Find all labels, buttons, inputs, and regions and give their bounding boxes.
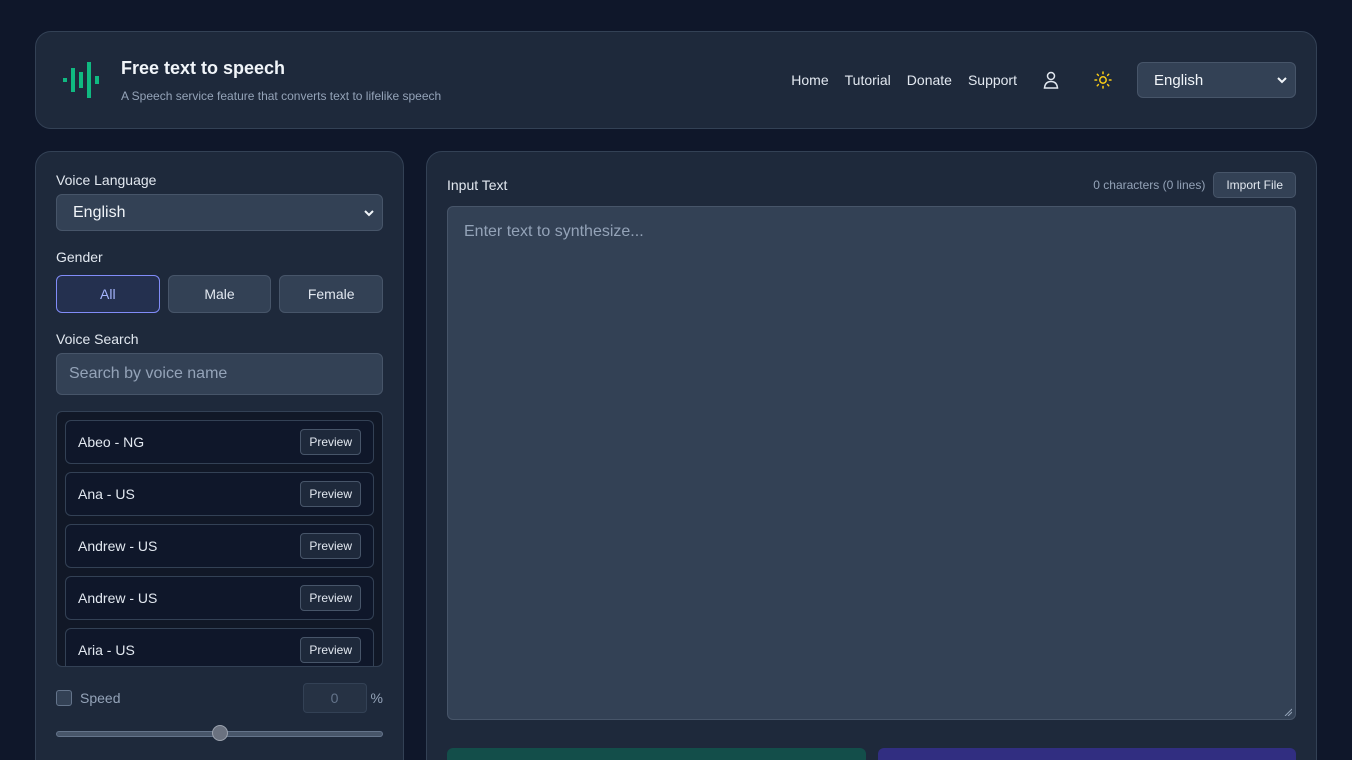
voice-list[interactable]: Abeo - NG Preview Ana - US Preview Andre… [56, 411, 383, 667]
ui-language-select[interactable]: English [1137, 62, 1296, 98]
input-text-header: Input Text 0 characters (0 lines) Import… [447, 172, 1296, 198]
secondary-action-button[interactable] [877, 748, 1296, 760]
input-text-label: Input Text [447, 177, 508, 193]
speed-row: Speed 0 % [56, 683, 383, 713]
ui-language-select-wrap: English [1137, 62, 1296, 98]
speed-unit: % [370, 690, 383, 706]
speed-label: Speed [80, 690, 121, 706]
voice-list-item[interactable]: Andrew - US Preview [65, 576, 374, 620]
preview-button[interactable]: Preview [300, 585, 361, 611]
speed-value-input[interactable]: 0 [302, 683, 367, 713]
nav-support-link[interactable]: Support [968, 72, 1017, 88]
resize-grip-icon[interactable] [1284, 708, 1292, 716]
nav-tutorial-link[interactable]: Tutorial [845, 72, 891, 88]
nav-home-link[interactable]: Home [791, 72, 828, 88]
voice-name: Abeo - NG [78, 434, 145, 450]
voice-settings-panel: Voice Language English Gender All Male F… [35, 151, 404, 760]
preview-button[interactable]: Preview [300, 533, 361, 559]
input-text-panel: Input Text 0 characters (0 lines) Import… [426, 151, 1317, 760]
voice-name: Andrew - US [78, 590, 158, 606]
voice-search-input[interactable] [56, 353, 383, 395]
preview-button[interactable]: Preview [300, 637, 361, 663]
speed-checkbox[interactable] [56, 690, 72, 706]
gender-male-button[interactable]: Male [167, 275, 272, 313]
voice-name: Aria - US [78, 642, 135, 658]
app-header: Free text to speech A Speech service fea… [35, 31, 1317, 129]
account-button[interactable] [1033, 62, 1069, 98]
input-text-area[interactable] [447, 206, 1296, 720]
main-nav: Home Tutorial Donate Support English [791, 62, 1296, 98]
voice-language-label: Voice Language [56, 172, 157, 188]
voice-list-item[interactable]: Aria - US Preview [65, 628, 374, 666]
primary-action-button[interactable] [447, 748, 866, 760]
gender-female-button[interactable]: Female [279, 275, 384, 313]
gender-label: Gender [56, 249, 103, 265]
nav-donate-link[interactable]: Donate [907, 72, 952, 88]
speed-slider[interactable] [56, 725, 383, 741]
voice-list-item[interactable]: Ana - US Preview [65, 472, 374, 516]
brand: Free text to speech A Speech service fea… [121, 58, 441, 103]
voice-name: Ana - US [78, 486, 135, 502]
import-file-button[interactable]: Import File [1213, 172, 1296, 198]
character-count: 0 characters (0 lines) [1093, 178, 1206, 192]
theme-toggle-button[interactable] [1085, 62, 1121, 98]
voice-list-item[interactable]: Andrew - US Preview [65, 524, 374, 568]
gender-all-button[interactable]: All [56, 275, 160, 313]
action-buttons [447, 748, 1296, 760]
speed-slider-thumb[interactable] [211, 725, 228, 741]
soundwave-icon [61, 60, 101, 100]
voice-language-value: English [73, 203, 126, 221]
sun-icon [1094, 71, 1112, 89]
voice-list-item[interactable]: Abeo - NG Preview [65, 420, 374, 464]
voice-name: Andrew - US [78, 538, 158, 554]
voice-language-select-wrap: English [56, 194, 383, 231]
app-title: Free text to speech [121, 57, 286, 78]
voice-language-select[interactable]: English [56, 194, 383, 231]
ui-language-value: English [1154, 71, 1204, 89]
voice-search-label: Voice Search [56, 331, 139, 347]
preview-button[interactable]: Preview [300, 481, 361, 507]
user-icon [1043, 71, 1059, 89]
preview-button[interactable]: Preview [300, 429, 361, 455]
gender-toggle-group: All Male Female [56, 275, 384, 313]
app-subtitle: A Speech service feature that converts t… [121, 88, 442, 103]
